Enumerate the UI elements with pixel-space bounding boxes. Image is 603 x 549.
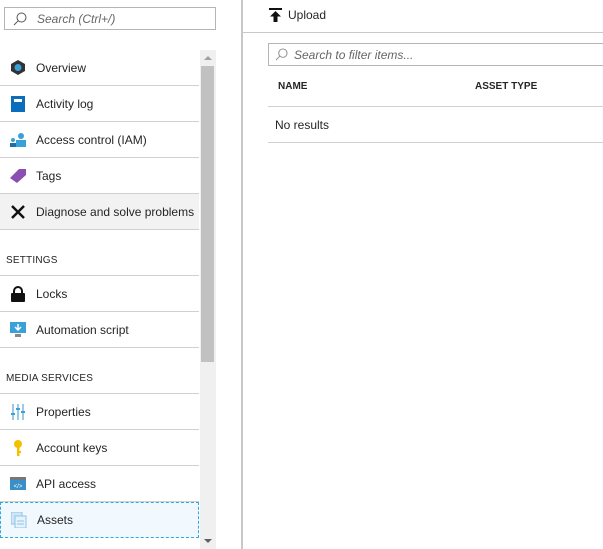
sidebar-item-activity-log[interactable]: Activity log (0, 86, 199, 122)
lock-icon (10, 285, 26, 302)
sidebar-item-label: API access (36, 476, 97, 491)
sidebar-item-account-keys[interactable]: Account keys (0, 430, 199, 466)
key-icon (10, 439, 26, 456)
upload-button[interactable]: Upload (269, 8, 326, 22)
sidebar-search[interactable]: Search (Ctrl+/) (4, 7, 216, 30)
overview-icon (10, 60, 26, 76)
filter-input[interactable]: Search to filter items... (268, 43, 603, 66)
sidebar-item-tags[interactable]: Tags (0, 158, 199, 194)
search-icon (13, 12, 27, 25)
sidebar-item-label: Automation script (36, 322, 129, 337)
sidebar-item-api-access[interactable]: </> API access (0, 466, 199, 502)
api-icon: </> (10, 476, 26, 492)
sidebar-item-overview[interactable]: Overview (0, 50, 199, 86)
upload-icon (269, 8, 282, 22)
sidebar-item-label: Access control (IAM) (36, 132, 147, 147)
upload-label: Upload (288, 8, 327, 22)
filter-placeholder: Search to filter items... (294, 47, 414, 62)
sidebar-item-label: Activity log (36, 96, 94, 111)
tag-icon (10, 168, 26, 184)
properties-icon (10, 403, 26, 420)
search-icon (275, 48, 288, 61)
toolbar: Upload (243, 0, 603, 33)
settings-header: SETTINGS (0, 230, 199, 276)
row-divider (268, 142, 603, 143)
sidebar-item-label: Diagnose and solve problems (36, 204, 195, 219)
column-header-asset-type[interactable]: ASSET TYPE (475, 81, 537, 92)
automation-script-icon (10, 321, 26, 338)
pane-divider (241, 0, 243, 549)
sidebar-item-label: Overview (36, 60, 87, 75)
sidebar-scrollbar[interactable] (200, 50, 216, 549)
sidebar-item-assets[interactable]: Assets (0, 502, 199, 538)
svg-text:</>: </> (14, 484, 23, 490)
media-services-header: MEDIA SERVICES (0, 348, 199, 394)
scroll-up-arrow-icon[interactable] (204, 56, 212, 60)
sidebar-item-label: Locks (36, 286, 68, 301)
sidebar-item-automation-script[interactable]: Automation script (0, 312, 199, 348)
iam-icon (10, 132, 26, 148)
scroll-down-arrow-icon[interactable] (204, 539, 212, 543)
sidebar-item-label: Tags (36, 168, 62, 183)
sidebar-item-diagnose[interactable]: Diagnose and solve problems (0, 194, 199, 230)
column-header-name[interactable]: NAME (278, 81, 307, 92)
assets-icon (11, 512, 27, 528)
sidebar-item-locks[interactable]: Locks (0, 276, 199, 312)
header-divider (268, 106, 603, 107)
sidebar-nav: Overview Activity log Access control (IA… (0, 50, 199, 538)
scrollbar-thumb[interactable] (201, 66, 214, 362)
sidebar-item-access-control[interactable]: Access control (IAM) (0, 122, 199, 158)
sidebar-item-label: Properties (36, 404, 91, 419)
empty-message: No results (275, 118, 330, 132)
sidebar-item-label: Account keys (36, 440, 108, 455)
wrench-icon (10, 204, 26, 220)
search-placeholder: Search (Ctrl+/) (37, 11, 116, 26)
sidebar-item-properties[interactable]: Properties (0, 394, 199, 430)
sidebar-item-label: Assets (37, 513, 74, 527)
activity-log-icon (10, 95, 26, 112)
